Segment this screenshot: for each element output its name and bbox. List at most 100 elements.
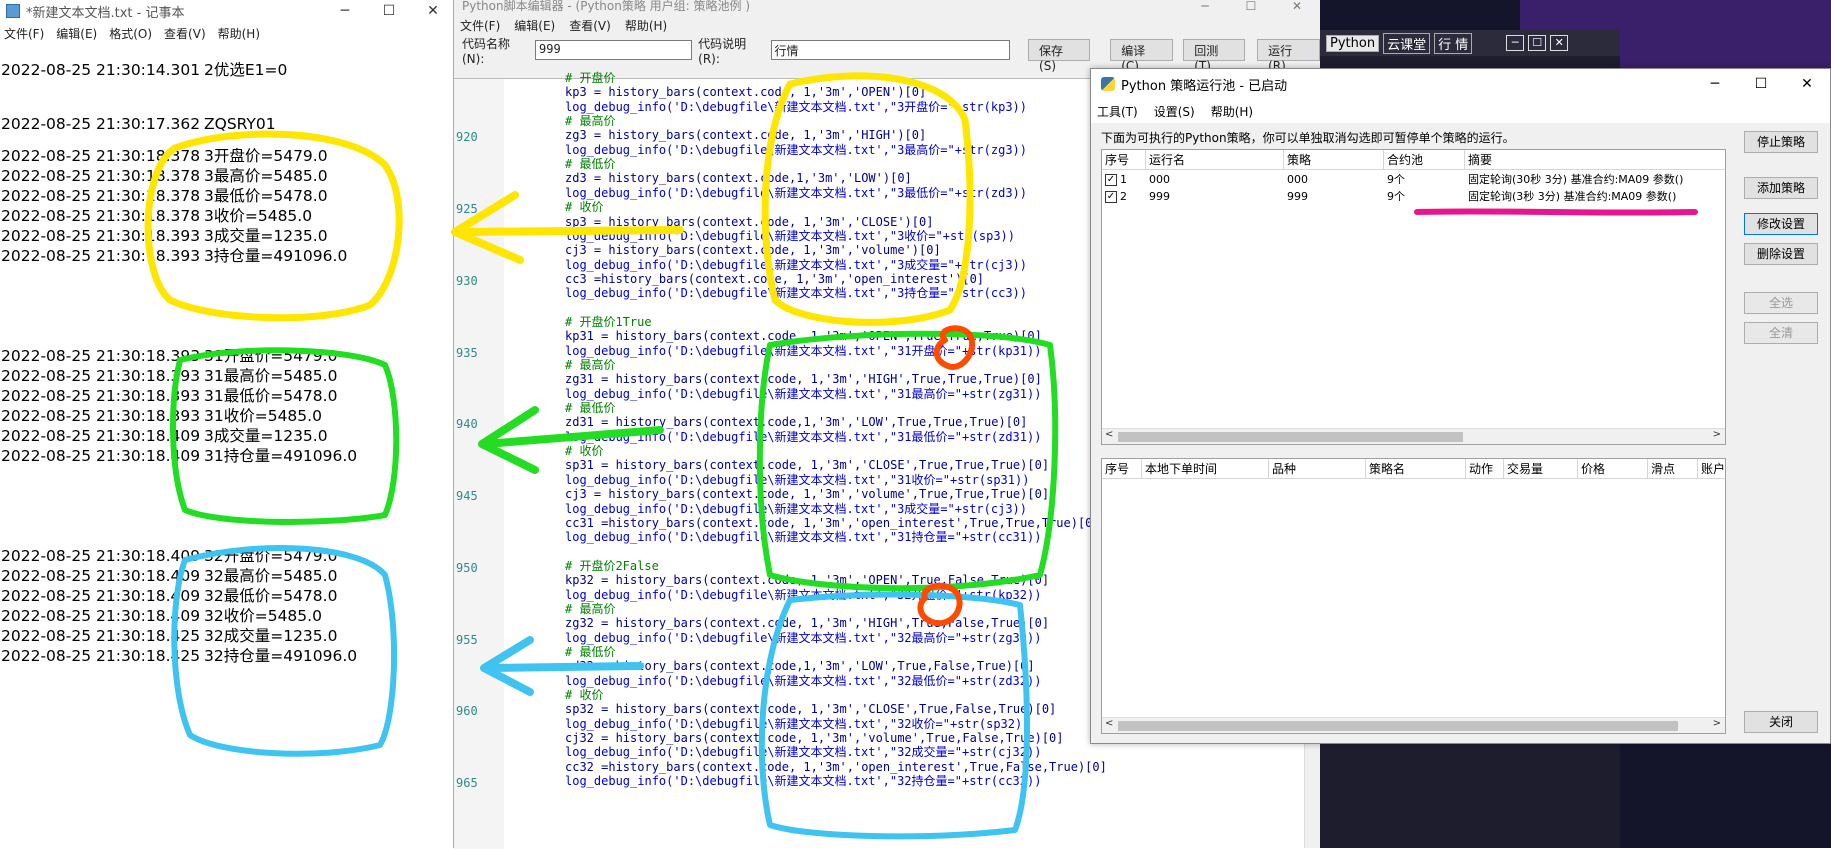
log-message: 31开盘价=5479.0	[204, 347, 338, 365]
pool-menu-settings[interactable]: 设置(S)	[1154, 103, 1195, 120]
log-timestamp: 2022-08-25 21:30:18.378	[1, 147, 201, 165]
col-header[interactable]: 品种	[1269, 459, 1366, 478]
close-button[interactable]: ✕	[411, 3, 455, 19]
log-line: 2022-08-25 21:30:18.409 32最低价=5478.0	[1, 586, 337, 607]
col-header[interactable]: 价格	[1578, 459, 1648, 478]
log-timestamp: 2022-08-25 21:30:18.425	[1, 647, 201, 665]
code-line: log_debug_info('D:\debugfile\新建文本文档.txt'…	[565, 228, 1016, 243]
col-header[interactable]: 序号	[1102, 459, 1142, 478]
editor-menu-edit[interactable]: 编辑(E)	[514, 17, 555, 34]
cloud-class-tab[interactable]: 云课堂	[1383, 32, 1431, 54]
select-all-button[interactable]: 全选	[1744, 292, 1818, 314]
editor-menu-file[interactable]: 文件(F)	[460, 17, 500, 34]
log-message: 3成交量=1235.0	[204, 227, 328, 245]
scroll-thumb[interactable]	[1118, 432, 1463, 442]
line-number: 935	[456, 345, 478, 360]
log-line: 2022-08-25 21:30:18.409 32最高价=5485.0	[1, 566, 337, 587]
code-name-input[interactable]: 999	[535, 40, 693, 60]
log-line: 2022-08-25 21:30:18.393 3成交量=1235.0	[1, 226, 328, 247]
log-message: 32收价=5485.0	[204, 607, 322, 625]
pool-menu-help[interactable]: 帮助(H)	[1211, 103, 1253, 120]
pool-maximize-button[interactable]: ☐	[1738, 76, 1784, 92]
scroll-thumb[interactable]	[1118, 721, 1678, 731]
log-message: 32持仓量=491096.0	[204, 647, 358, 665]
pool-titlebar[interactable]: Python 策略运行池 - 已启动 ─ ☐ ✕	[1091, 69, 1830, 99]
col-header[interactable]: 交易量	[1504, 459, 1578, 478]
code-line: log_debug_info('D:\debugfile\新建文本文档.txt'…	[565, 185, 1028, 200]
code-line: log_debug_info('D:\debugfile\新建文本文档.txt'…	[565, 429, 1042, 444]
delete-settings-button[interactable]: 删除设置	[1744, 243, 1818, 265]
scroll-left-arrow[interactable]: <	[1105, 718, 1113, 729]
code-line: log_debug_info('D:\debugfile\新建文本文档.txt'…	[565, 472, 1030, 487]
quote-maximize-button[interactable]: ☐	[1528, 35, 1547, 51]
code-line: kp32 = history_bars(context.code, 1,'3m'…	[565, 573, 1050, 588]
editor-minimize-button[interactable]: ─	[1182, 0, 1228, 14]
python-tab[interactable]: Python	[1326, 34, 1380, 52]
code-line: sp3 = history_bars(context.code, 1,'3m',…	[565, 214, 934, 229]
quote-toolbar: Python 云课堂 行 情 ─ ☐ ✕	[1320, 30, 1620, 56]
table-row[interactable]: ✓ 2 999 999 9个 固定轮询(3秒 3分) 基准合约:MA09 参数()	[1102, 188, 1725, 205]
maximize-button[interactable]: ☐	[367, 3, 411, 19]
col-header[interactable]: 摘要	[1465, 150, 1725, 169]
quote-minimize-button[interactable]: ─	[1506, 35, 1525, 51]
log-message: ZQSRY01	[204, 115, 276, 133]
editor-close-button[interactable]: ✕	[1274, 0, 1320, 14]
scroll-left-arrow[interactable]: <	[1105, 429, 1113, 440]
row-checkbox[interactable]: ✓	[1105, 174, 1117, 186]
pool-minimize-button[interactable]: ─	[1692, 76, 1738, 92]
editor-maximize-button[interactable]: ☐	[1228, 0, 1274, 14]
col-header[interactable]: 动作	[1466, 459, 1504, 478]
menu-file[interactable]: 文件(F)	[4, 25, 44, 42]
menu-help[interactable]: 帮助(H)	[218, 25, 260, 42]
col-header[interactable]: 策略名	[1366, 459, 1466, 478]
strategy-table-hscroll[interactable]: < >	[1102, 428, 1725, 444]
stop-strategy-button[interactable]: 停止策略	[1744, 131, 1818, 153]
code-comment-line: # 最高价	[565, 114, 616, 129]
backtest-button[interactable]: 回测(T)	[1183, 39, 1246, 73]
scroll-right-arrow[interactable]: >	[1713, 718, 1721, 729]
notepad-title: *新建文本文档.txt - 记事本	[26, 5, 185, 21]
compile-button[interactable]: 编译(C)	[1110, 39, 1174, 73]
col-header[interactable]: 账户	[1698, 459, 1725, 478]
clear-all-button[interactable]: 全清	[1744, 322, 1818, 344]
col-header[interactable]: 策略	[1284, 150, 1384, 169]
log-line: 2022-08-25 21:30:18.393 31最低价=5478.0	[1, 386, 337, 407]
col-header[interactable]: 运行名	[1146, 150, 1284, 169]
log-message: 31收价=5485.0	[204, 407, 322, 425]
table-row[interactable]: ✓ 1 000 000 9个 固定轮询(30秒 3分) 基准合约:MA09 参数(…	[1102, 171, 1725, 188]
menu-format[interactable]: 格式(O)	[109, 25, 152, 42]
pool-menu-tools[interactable]: 工具(T)	[1097, 103, 1138, 120]
editor-menu-view[interactable]: 查看(V)	[569, 17, 611, 34]
close-window-button[interactable]: 关闭	[1744, 711, 1818, 733]
market-tab[interactable]: 行 情	[1434, 32, 1473, 54]
modify-settings-button[interactable]: 修改设置	[1744, 213, 1818, 235]
minimize-button[interactable]: ─	[323, 3, 367, 19]
col-header[interactable]: 序号	[1102, 150, 1146, 169]
run-button[interactable]: 运行(R)	[1257, 39, 1321, 73]
log-timestamp: 2022-08-25 21:30:17.362	[1, 115, 201, 133]
notepad-titlebar[interactable]: *新建文本文档.txt - 记事本 ─ ☐ ✕	[0, 0, 455, 22]
quote-close-button[interactable]: ✕	[1550, 35, 1569, 51]
col-header[interactable]: 本地下单时间	[1142, 459, 1269, 478]
log-message: 32开盘价=5479.0	[204, 547, 338, 565]
editor-menu-help[interactable]: 帮助(H)	[625, 17, 667, 34]
save-button[interactable]: 保存(S)	[1028, 39, 1091, 73]
orders-table-hscroll[interactable]: < >	[1102, 717, 1725, 733]
editor-titlebar[interactable]: Python脚本编辑器 - (Python策略 用户组: 策略池例 ) ─ ☐ …	[454, 0, 1320, 14]
add-strategy-button[interactable]: 添加策略	[1744, 177, 1818, 199]
scroll-right-arrow[interactable]: >	[1713, 429, 1721, 440]
code-line: log_debug_info('D:\debugfile\新建文本文档.txt'…	[565, 386, 1042, 401]
code-line: log_debug_info('D:\debugfile\新建文本文档.txt'…	[565, 673, 1042, 688]
col-header[interactable]: 滑点	[1648, 459, 1698, 478]
menu-edit[interactable]: 编辑(E)	[56, 25, 97, 42]
row-pool: 9个	[1387, 190, 1405, 203]
col-header[interactable]: 合约池	[1384, 150, 1465, 169]
code-line: log_debug_info('D:\debugfile\新建文本文档.txt'…	[565, 257, 1028, 272]
menu-view[interactable]: 查看(V)	[164, 25, 206, 42]
row-summary: 固定轮询(3秒 3分) 基准合约:MA09 参数()	[1468, 190, 1677, 203]
code-desc-input[interactable]: 行情	[770, 40, 1011, 60]
row-checkbox[interactable]: ✓	[1105, 191, 1117, 203]
log-line: 2022-08-25 21:30:18.378 3开盘价=5479.0	[1, 146, 328, 167]
pool-close-button[interactable]: ✕	[1784, 76, 1830, 92]
log-timestamp: 2022-08-25 21:30:18.409	[1, 567, 201, 585]
